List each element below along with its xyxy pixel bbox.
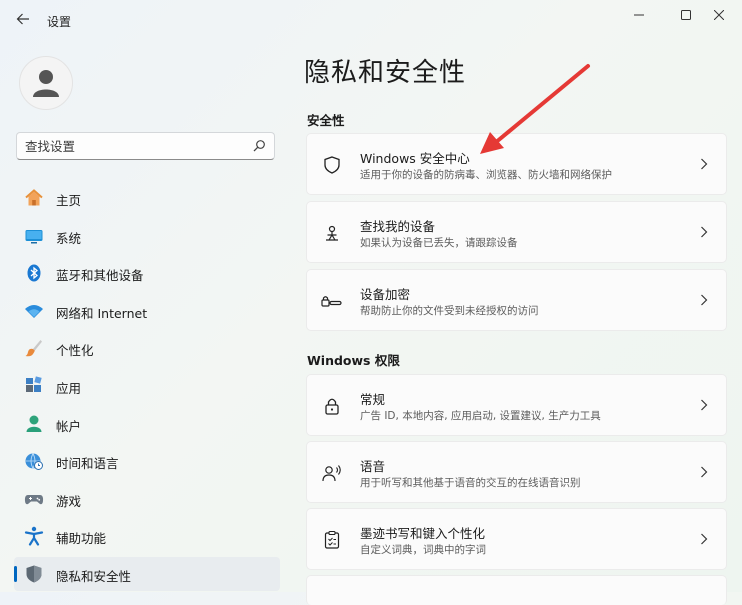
avatar[interactable] xyxy=(19,56,73,110)
bluetooth-icon xyxy=(24,263,44,283)
chevron-right-icon xyxy=(698,465,710,479)
card-title: 设备加密 xyxy=(360,287,411,302)
sidebar-item-label: 个性化 xyxy=(56,343,94,359)
chevron-right-icon xyxy=(698,532,710,546)
wifi-icon xyxy=(24,301,44,321)
account-icon xyxy=(24,414,44,434)
paintbrush-icon xyxy=(24,338,44,358)
sidebar-item-label: 隐私和安全性 xyxy=(56,568,132,584)
card-title: Windows 安全中心 xyxy=(360,151,470,166)
title-bar: 设置 xyxy=(0,0,742,40)
sidebar-item-network[interactable]: 网络和 Internet xyxy=(14,294,280,328)
search-box[interactable] xyxy=(16,132,275,160)
card-subtitle: 帮助防止你的文件受到未经授权的访问 xyxy=(360,305,539,317)
sidebar-item-label: 蓝牙和其他设备 xyxy=(56,268,144,284)
shield-outline-icon xyxy=(321,154,343,176)
card-subtitle: 适用于你的设备的防病毒、浏览器、防火墙和网络保护 xyxy=(360,169,612,181)
monitor-icon xyxy=(24,226,44,246)
sidebar-item-accessibility[interactable]: 辅助功能 xyxy=(14,519,280,553)
main-content: 隐私和安全性 安全性 Windows 安全中心 适用于你的设备的防病毒、浏览器、… xyxy=(290,40,742,605)
maximize-icon xyxy=(681,10,691,20)
sidebar-item-accounts[interactable]: 帐户 xyxy=(14,407,280,441)
sidebar-nav: 主页 系统 蓝牙和其他设备 网络和 Internet 个性化 应用 帐户 时间和… xyxy=(14,181,280,595)
chevron-right-icon xyxy=(698,225,710,239)
shield-icon xyxy=(24,564,44,584)
search-input[interactable] xyxy=(25,137,240,155)
card-subtitle: 广告 ID, 本地内容, 应用启动, 设置建议, 生产力工具 xyxy=(360,410,601,422)
sidebar-item-label: 系统 xyxy=(56,230,82,246)
sidebar-item-privacy-security[interactable]: 隐私和安全性 xyxy=(14,556,280,591)
arrow-left-icon xyxy=(16,13,29,25)
chevron-right-icon xyxy=(698,293,710,307)
sidebar-item-home[interactable]: 主页 xyxy=(14,181,280,215)
back-button[interactable] xyxy=(12,8,34,30)
card-inking-typing[interactable]: 墨迹书写和键入个性化 自定义词典，词典中的字词 xyxy=(306,508,727,570)
apps-icon xyxy=(24,376,44,396)
user-avatar-icon xyxy=(33,70,59,97)
key-encryption-icon xyxy=(321,290,343,312)
sidebar-item-apps[interactable]: 应用 xyxy=(14,369,280,403)
page-title: 隐私和安全性 xyxy=(304,58,467,88)
sidebar-item-gaming[interactable]: 游戏 xyxy=(14,482,280,516)
card-general[interactable]: 常规 广告 ID, 本地内容, 应用启动, 设置建议, 生产力工具 xyxy=(306,374,727,436)
card-subtitle: 用于听写和其他基于语音的交互的在线语音识别 xyxy=(360,477,581,489)
sidebar-item-system[interactable]: 系统 xyxy=(14,219,280,253)
sidebar-item-label: 网络和 Internet xyxy=(56,305,148,321)
section-title-windows-permissions: Windows 权限 xyxy=(307,353,400,368)
globe-clock-icon xyxy=(24,451,44,471)
sidebar-item-label: 应用 xyxy=(56,380,82,396)
card-title: 墨迹书写和键入个性化 xyxy=(360,526,486,541)
close-button[interactable] xyxy=(696,4,742,26)
accessibility-icon xyxy=(24,526,44,546)
selection-indicator xyxy=(14,565,17,582)
card-speech[interactable]: 语音 用于听写和其他基于语音的交互的在线语音识别 xyxy=(306,441,727,503)
sidebar-item-bluetooth[interactable]: 蓝牙和其他设备 xyxy=(14,256,280,290)
sidebar-item-personalization[interactable]: 个性化 xyxy=(14,331,280,365)
clipboard-ink-icon xyxy=(321,529,343,551)
gamepad-icon xyxy=(24,489,44,509)
minimize-button[interactable] xyxy=(616,4,662,26)
card-title: 语音 xyxy=(360,459,386,474)
sidebar: 主页 系统 蓝牙和其他设备 网络和 Internet 个性化 xyxy=(0,40,290,592)
sidebar-item-time-language[interactable]: 时间和语言 xyxy=(14,444,280,478)
card-next-partial[interactable] xyxy=(306,575,727,605)
search-icon[interactable] xyxy=(252,139,266,153)
sidebar-item-label: 时间和语言 xyxy=(56,456,119,472)
card-subtitle: 自定义词典，词典中的字词 xyxy=(360,544,486,556)
card-find-my-device[interactable]: 查找我的设备 如果认为设备已丢失，请跟踪设备 xyxy=(306,201,727,263)
card-device-encryption[interactable]: 设备加密 帮助防止你的文件受到未经授权的访问 xyxy=(306,269,727,331)
sidebar-item-label: 辅助功能 xyxy=(56,531,107,547)
close-icon xyxy=(714,10,724,20)
chevron-right-icon xyxy=(698,398,710,412)
section-title-security: 安全性 xyxy=(307,113,345,128)
find-device-icon xyxy=(321,222,343,244)
chevron-right-icon xyxy=(698,157,710,171)
app-title: 设置 xyxy=(47,15,72,29)
home-icon xyxy=(24,188,44,208)
lock-icon xyxy=(321,395,343,417)
card-title: 常规 xyxy=(360,392,386,407)
sidebar-item-label: 帐户 xyxy=(56,418,82,434)
card-subtitle: 如果认为设备已丢失，请跟踪设备 xyxy=(360,237,518,249)
card-title: 查找我的设备 xyxy=(360,219,436,234)
card-windows-security[interactable]: Windows 安全中心 适用于你的设备的防病毒、浏览器、防火墙和网络保护 xyxy=(306,133,727,195)
sidebar-item-label: 游戏 xyxy=(56,493,82,509)
sidebar-item-label: 主页 xyxy=(56,193,82,208)
minimize-icon xyxy=(634,14,644,16)
speech-icon xyxy=(321,462,343,484)
